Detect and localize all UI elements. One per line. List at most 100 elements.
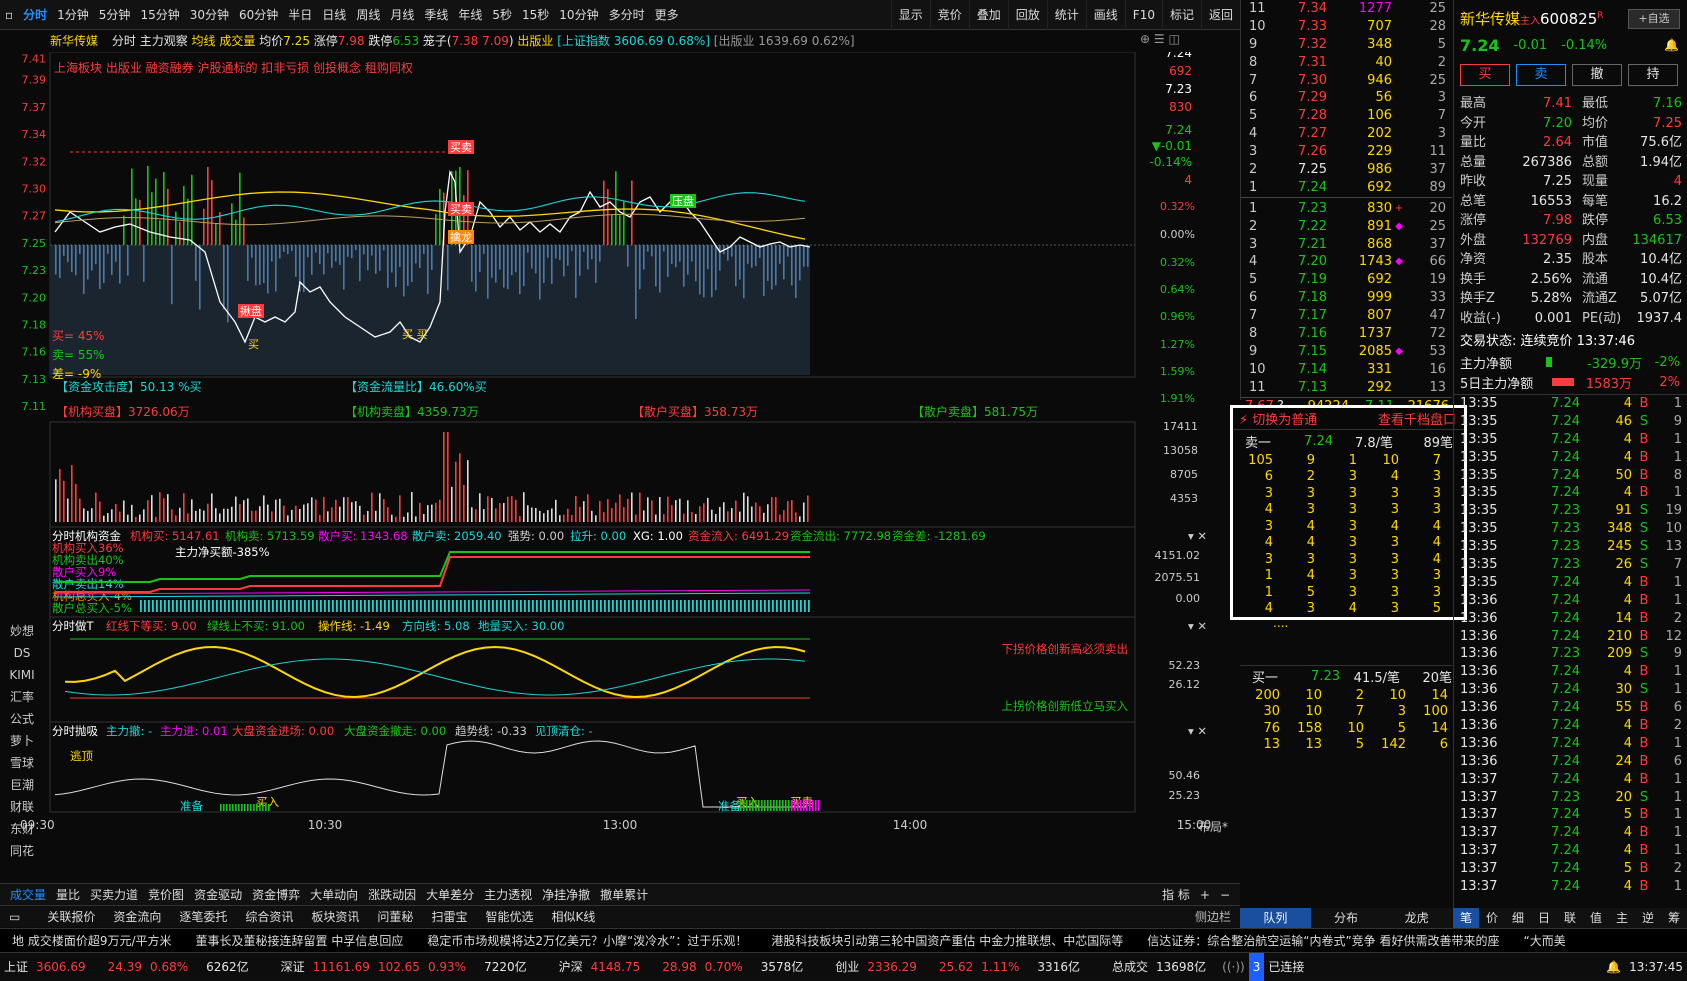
- period-tab[interactable]: 30分钟: [185, 0, 234, 30]
- news-item[interactable]: 地 成交楼面价超9万元/平方米: [0, 929, 184, 952]
- tool-button[interactable]: 显示: [890, 0, 930, 30]
- buy-level-row[interactable]: 10 7.14 331 16: [1241, 361, 1452, 379]
- tool-button[interactable]: 标记: [1161, 0, 1201, 30]
- queue-tab[interactable]: 队列: [1240, 908, 1311, 928]
- news-item[interactable]: “大而美: [1512, 929, 1578, 952]
- s-panel-title[interactable]: 分时抛吸: [52, 724, 98, 738]
- sell-level-row[interactable]: 8 7.31 40 2: [1241, 54, 1452, 72]
- trade-tab[interactable]: 联: [1557, 908, 1583, 928]
- period-tab[interactable]: 日线: [317, 0, 351, 30]
- indicator-tab[interactable]: 净挂净撤: [537, 884, 595, 906]
- side-app-tab[interactable]: 萝卜: [0, 730, 44, 752]
- cancel-button[interactable]: 撤: [1572, 64, 1622, 86]
- indicator-tab[interactable]: 撤单累计: [595, 884, 653, 906]
- side-app-tab[interactable]: 财联: [0, 796, 44, 818]
- period-tab[interactable]: 多分时: [604, 0, 650, 30]
- p1-menu-icon[interactable]: ▾ ✕: [1188, 529, 1207, 543]
- p2-menu-icon[interactable]: ▾ ✕: [1188, 619, 1207, 633]
- period-tab[interactable]: 60分钟: [234, 0, 283, 30]
- queue-tab[interactable]: 龙虎: [1381, 908, 1452, 928]
- sell-button[interactable]: 卖: [1516, 64, 1566, 86]
- sell-level-row[interactable]: 6 7.29 56 3: [1241, 89, 1452, 107]
- indicator-tab[interactable]: 主力透视: [479, 884, 537, 906]
- indicator-tab[interactable]: 资金博弈: [247, 884, 305, 906]
- position-button[interactable]: 持: [1628, 64, 1678, 86]
- panel-toggle-icon[interactable]: ▭: [0, 906, 29, 928]
- info-tab[interactable]: 板块资讯: [302, 906, 368, 928]
- buy-level-row[interactable]: 3 7.21 868 37: [1241, 236, 1452, 254]
- chart-window-icons[interactable]: ⊕ ☰ ◫: [1140, 32, 1180, 46]
- period-tab[interactable]: 10分钟: [554, 0, 603, 30]
- trade-tab[interactable]: 筹: [1661, 908, 1687, 928]
- buy-level-row[interactable]: 1 7.23 830 +20: [1241, 200, 1452, 218]
- tool-button[interactable]: 统计: [1046, 0, 1086, 30]
- avg-toggle[interactable]: 均线: [192, 34, 216, 48]
- info-tab[interactable]: 综合资讯: [236, 906, 302, 928]
- side-app-tab[interactable]: 妙想: [0, 620, 44, 642]
- period-tab[interactable]: 15分钟: [135, 0, 184, 30]
- switch-normal-link[interactable]: ⚡ 切换为普通: [1233, 409, 1317, 428]
- period-tab[interactable]: 周线: [351, 0, 385, 30]
- indicator-tab[interactable]: 资金驱动: [189, 884, 247, 906]
- indicator-tab[interactable]: 量比: [51, 884, 85, 906]
- trade-tab[interactable]: 逆: [1635, 908, 1661, 928]
- buy-level-row[interactable]: 7 7.17 807 47: [1241, 307, 1452, 325]
- info-tab[interactable]: 逐笔委托: [170, 906, 236, 928]
- tool-button[interactable]: 返回: [1200, 0, 1240, 30]
- tool-button[interactable]: 回放: [1007, 0, 1047, 30]
- indicator-tab[interactable]: 大单差分: [421, 884, 479, 906]
- index-quote[interactable]: [上证指数 3606.69 0.68%]: [557, 34, 710, 48]
- tool-button[interactable]: 竞价: [929, 0, 969, 30]
- period-tab[interactable]: 1分钟: [52, 0, 94, 30]
- indicator-tab[interactable]: 成交量: [5, 884, 51, 906]
- sidebar-button[interactable]: 侧边栏: [1186, 906, 1240, 928]
- add-watchlist-button[interactable]: +自选: [1628, 9, 1680, 29]
- info-tab[interactable]: 关联报价: [38, 906, 104, 928]
- indicator-tab[interactable]: 大单动向: [305, 884, 363, 906]
- indicator-tool[interactable]: +: [1195, 884, 1215, 906]
- info-tab[interactable]: 扫雷宝: [422, 906, 476, 928]
- industry-quote[interactable]: [出版业 1639.69 0.62%]: [714, 34, 855, 48]
- sell-level-row[interactable]: 5 7.28 106 7: [1241, 107, 1452, 125]
- period-tab[interactable]: 年线: [453, 0, 487, 30]
- side-app-tab[interactable]: KIMI: [0, 664, 44, 686]
- buy-level-row[interactable]: 6 7.18 999 33: [1241, 289, 1452, 307]
- mode-label[interactable]: 分时: [112, 34, 136, 48]
- sell-level-row[interactable]: 3 7.26 229 11: [1241, 143, 1452, 161]
- indicator-tab[interactable]: 买卖力道: [85, 884, 143, 906]
- side-app-tab[interactable]: 公式: [0, 708, 44, 730]
- industry-label[interactable]: 出版业: [517, 34, 553, 48]
- period-tab[interactable]: 季线: [419, 0, 453, 30]
- trade-tab[interactable]: 主: [1609, 908, 1635, 928]
- concept-tags[interactable]: 上海板块 出版业 融资融券 沪股通标的 扣非亏损 创投概念 租购同权: [54, 60, 413, 75]
- period-tab[interactable]: 5分钟: [94, 0, 136, 30]
- watch-label[interactable]: 主力观察: [140, 34, 188, 48]
- news-item[interactable]: 董事长及董秘接连辞留置 中孚信息回应: [184, 929, 416, 952]
- news-item[interactable]: 信达证券：综合整治航空运输“内卷式”竞争 看好供需改善带来的座: [1135, 929, 1511, 952]
- trade-tab[interactable]: 值: [1583, 908, 1609, 928]
- bell-icon[interactable]: 🔔: [1664, 38, 1679, 52]
- side-app-tab[interactable]: 同花: [0, 840, 44, 862]
- buy-level-row[interactable]: 2 7.22 891 ◆ 25: [1241, 218, 1452, 236]
- buy-level-row[interactable]: 9 7.15 2085 ◆ 53: [1241, 343, 1452, 361]
- sell-level-row[interactable]: 11 7.34 1277 25: [1241, 0, 1452, 18]
- side-app-tab[interactable]: DS: [0, 642, 44, 664]
- vol-toggle[interactable]: 成交量: [219, 34, 255, 48]
- sell-level-row[interactable]: 10 7.33 707 28: [1241, 18, 1452, 36]
- tool-button[interactable]: F10: [1124, 0, 1162, 30]
- layout-button[interactable]: 布局*: [1198, 820, 1228, 834]
- side-app-tab[interactable]: 汇率: [0, 686, 44, 708]
- queue-tab[interactable]: 分布: [1311, 908, 1382, 928]
- alert-icon[interactable]: 🔔: [1602, 953, 1625, 981]
- t-panel-title[interactable]: 分时做T: [52, 619, 94, 633]
- sell-level-row[interactable]: 1 7.24 692 89: [1241, 179, 1452, 197]
- period-tab[interactable]: 15秒: [517, 0, 554, 30]
- buy-level-row[interactable]: 5 7.19 692 19: [1241, 271, 1452, 289]
- period-tab[interactable]: 月线: [385, 0, 419, 30]
- p3-menu-icon[interactable]: ▾ ✕: [1188, 724, 1207, 738]
- news-item[interactable]: 港股科技板块引动第三轮中国资产重估 中金力推联想、中芯国际等: [759, 929, 1135, 952]
- info-tab[interactable]: 智能优选: [476, 906, 542, 928]
- indicator-tool[interactable]: 指 标: [1157, 884, 1195, 906]
- info-tab[interactable]: 相似K线: [542, 906, 604, 928]
- tool-button[interactable]: 叠加: [968, 0, 1008, 30]
